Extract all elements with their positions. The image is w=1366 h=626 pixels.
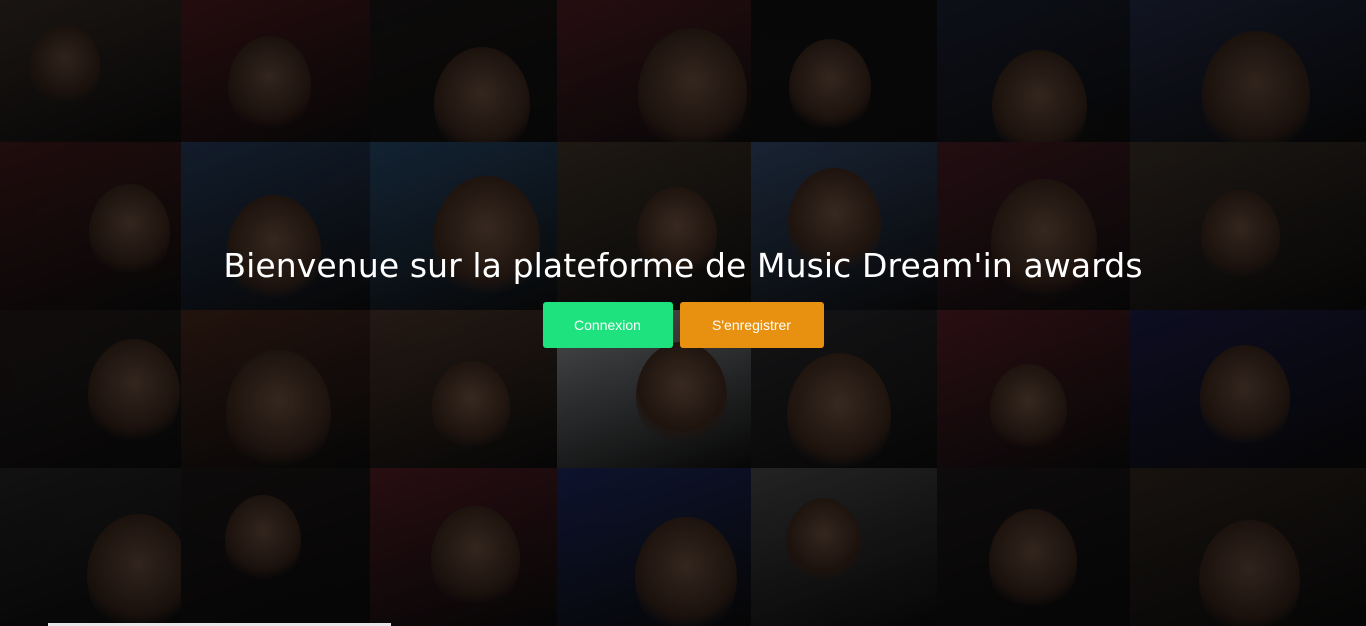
auth-actions: Connexion S'enregistrer bbox=[0, 302, 1366, 348]
hero-section: Bienvenue sur la plateforme de Music Dre… bbox=[0, 244, 1366, 288]
login-button[interactable]: Connexion bbox=[542, 302, 673, 348]
register-button[interactable]: S'enregistrer bbox=[679, 302, 824, 348]
welcome-title: Bienvenue sur la plateforme de Music Dre… bbox=[223, 246, 1143, 285]
